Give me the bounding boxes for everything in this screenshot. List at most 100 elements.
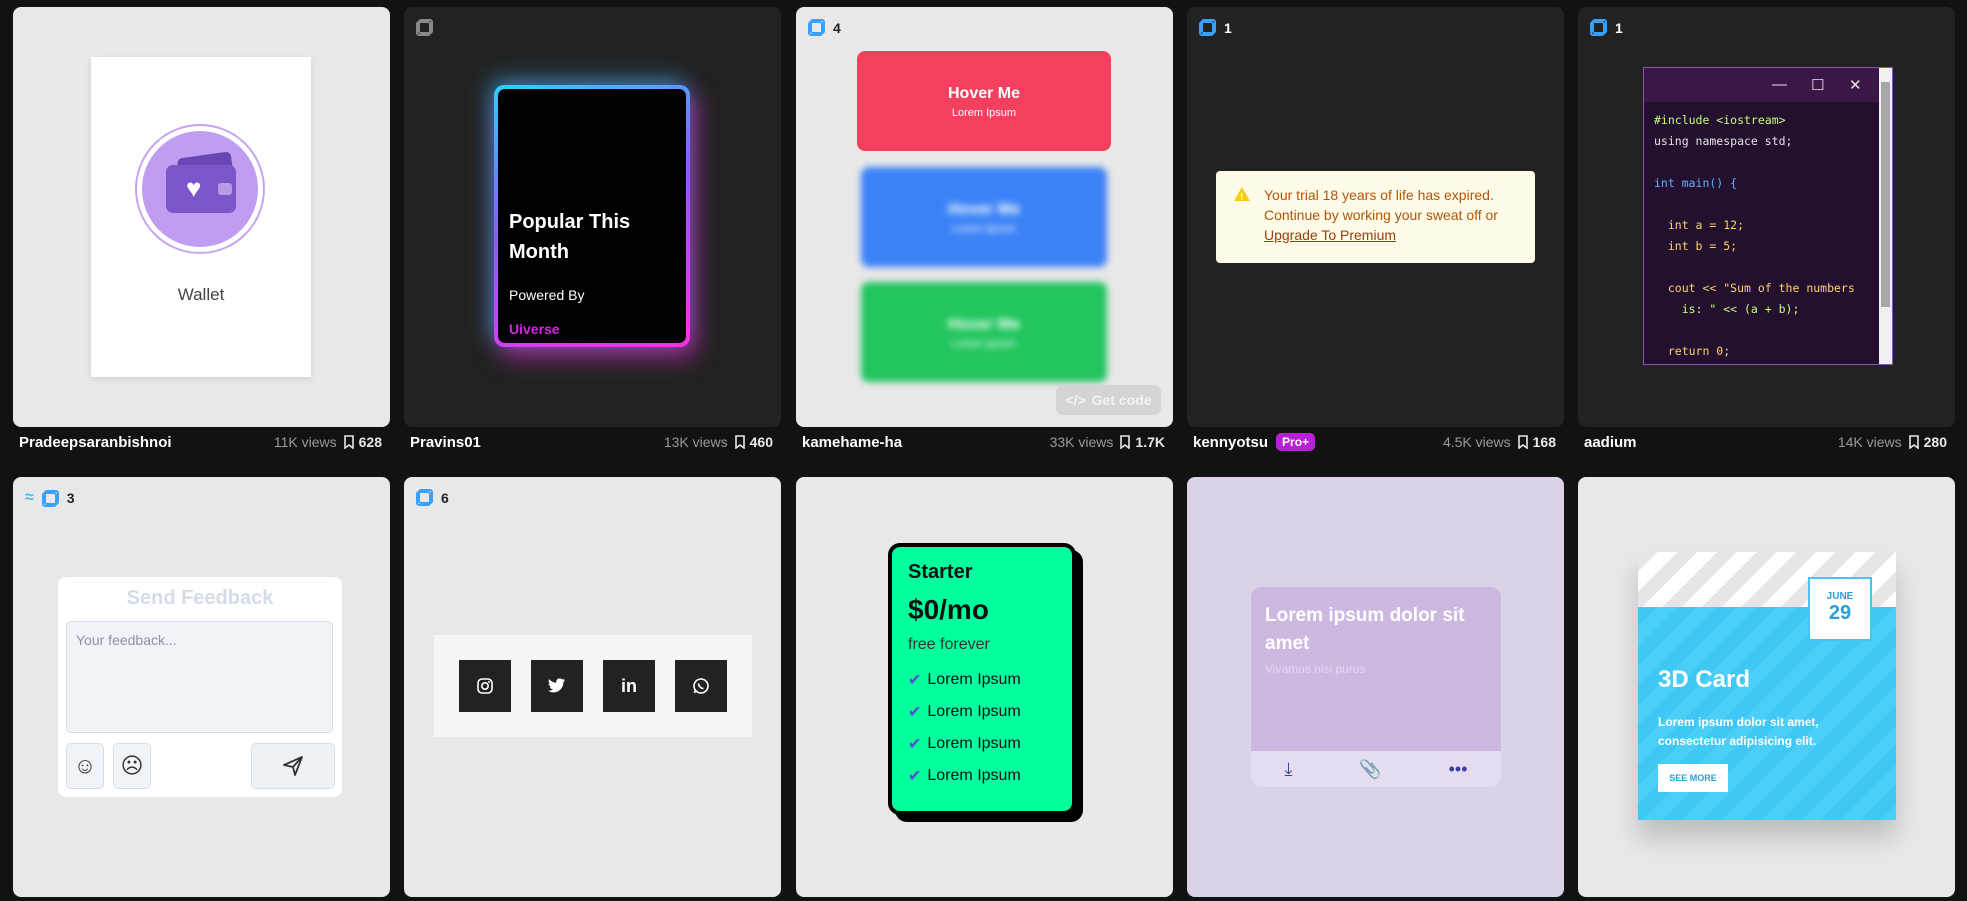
warning-icon <box>1234 187 1250 208</box>
get-code-button[interactable]: </> Get code <box>1056 385 1161 415</box>
save-button[interactable]: 1.7K <box>1119 434 1165 450</box>
close-icon[interactable]: ✕ <box>1849 76 1862 94</box>
views-count: 13K views <box>663 434 728 450</box>
author-name[interactable]: kennyotsu <box>1193 434 1268 451</box>
frown-icon[interactable]: ☹ <box>113 743 151 789</box>
minimize-icon[interactable]: — <box>1772 76 1787 93</box>
save-button[interactable]: 280 <box>1908 434 1947 450</box>
hover-button-green[interactable]: Hover Me Lorem Ipsum <box>861 282 1107 382</box>
feedback-textarea[interactable]: Your feedback... <box>66 621 333 733</box>
download-icon[interactable]: ⤓ <box>1284 759 1292 780</box>
views-count: 14K views <box>1837 434 1902 450</box>
card-meta: aadium 14K views 280 <box>1578 429 1955 455</box>
more-icon[interactable]: ••• <box>1449 759 1468 780</box>
component-card-popular[interactable]: Popular This Month Powered By Uiverse <box>404 7 781 427</box>
component-card-social-icons[interactable]: 6 in <box>404 477 781 897</box>
views-count: 33K views <box>1049 434 1114 450</box>
hover-button-red[interactable]: Hover Me Lorem Ipsum <box>857 51 1111 151</box>
component-card-hover-buttons[interactable]: 4 Hover Me Lorem Ipsum Hover Me Lorem Ip… <box>796 7 1173 427</box>
feature-list: ✔ Lorem Ipsum ✔ Lorem Ipsum ✔ Lorem Ipsum ✔… <box>908 664 1056 792</box>
send-button[interactable] <box>251 743 335 789</box>
variant-count: 1 <box>1615 19 1623 36</box>
bookmark-icon <box>1120 435 1131 449</box>
code-icon: </> <box>1065 392 1086 408</box>
three-d-card-title: 3D Card <box>1658 666 1751 693</box>
glow-card-subtitle: Powered By <box>509 287 585 303</box>
author-name[interactable]: Pradeepsaranbishnoi <box>19 434 172 451</box>
variant-count: 3 <box>66 490 75 506</box>
code-window: — ☐ ✕ #include <iostream> using namespac… <box>1643 67 1893 365</box>
bookmark-icon <box>343 435 354 449</box>
variant-count: 6 <box>441 489 449 506</box>
window-titlebar: — ☐ ✕ <box>1644 68 1892 102</box>
check-icon: ✔ <box>908 768 922 785</box>
component-card-3d[interactable]: JUNE 29 3D Card Lorem ipsum dolor sit am… <box>1578 477 1955 897</box>
lorem-card-subtitle: Vivamus nisi purus <box>1265 662 1366 676</box>
lorem-card: Lorem ipsum dolor sit amet Vivamus nisi … <box>1251 587 1501 787</box>
hover-button-blue[interactable]: Hover Me Lorem Ipsum <box>861 167 1107 267</box>
upgrade-link[interactable]: Upgrade To Premium <box>1264 227 1396 243</box>
tailwind-icon: ≈ <box>25 489 34 506</box>
twitter-icon[interactable] <box>531 660 583 712</box>
date-badge: JUNE 29 <box>1808 577 1872 641</box>
list-item: ✔ Lorem Ipsum <box>908 767 1021 785</box>
component-card-lorem[interactable]: Lorem ipsum dolor sit amet Vivamus nisi … <box>1187 477 1564 897</box>
feedback-form: Send Feedback Your feedback... ☺ ☹ <box>58 577 342 797</box>
feedback-title: Send Feedback <box>126 587 274 609</box>
variant-count: 1 <box>1224 19 1232 36</box>
maximize-icon[interactable]: ☐ <box>1811 76 1824 94</box>
send-icon <box>283 756 303 776</box>
author-name[interactable]: Pravins01 <box>410 434 481 451</box>
check-icon: ✔ <box>908 704 922 721</box>
alert-text: Your trial 18 years of life has expired.… <box>1264 187 1498 223</box>
copy-icon[interactable] <box>416 489 433 506</box>
variant-count: 4 <box>833 19 841 36</box>
three-d-card: JUNE 29 3D Card Lorem ipsum dolor sit am… <box>1638 552 1896 820</box>
instagram-icon[interactable] <box>459 660 511 712</box>
component-card-pricing[interactable]: Starter $0/mo free forever ✔ Lorem Ipsum … <box>796 477 1173 897</box>
save-button[interactable]: 628 <box>343 434 382 450</box>
wallet-label: Wallet <box>177 285 225 304</box>
glow-card-title: Popular This Month <box>509 211 631 263</box>
card-meta: kamehame-ha 33K views 1.7K <box>796 429 1173 455</box>
glow-card-brand: Uiverse <box>509 321 560 337</box>
lorem-card-title: Lorem ipsum dolor sit amet <box>1265 605 1465 654</box>
copy-icon[interactable] <box>41 489 59 507</box>
heart-icon: ♥ <box>186 173 202 203</box>
card-meta: Pravins01 13K views 460 <box>404 429 781 455</box>
social-bar: in <box>434 635 752 737</box>
three-d-card-desc: Lorem ipsum dolor sit amet, consectetur … <box>1658 715 1819 748</box>
whatsapp-icon[interactable] <box>675 660 727 712</box>
save-button[interactable]: 460 <box>734 434 773 450</box>
card-meta: Pradeepsaranbishnoi 11K views 628 <box>13 429 390 455</box>
linkedin-icon[interactable]: in <box>603 660 655 712</box>
list-item: ✔ Lorem Ipsum <box>908 703 1021 721</box>
component-card-trial-alert[interactable]: 1 Your trial 18 years of life has expire… <box>1187 7 1564 427</box>
component-card-code-window[interactable]: 1 — ☐ ✕ #include <iostream> using namesp… <box>1578 7 1955 427</box>
views-count: 11K views <box>273 434 337 450</box>
copy-icon[interactable] <box>1590 19 1607 36</box>
plan-price: $0/mo <box>908 594 989 625</box>
copy-icon[interactable] <box>416 19 433 36</box>
check-icon: ✔ <box>908 736 922 753</box>
component-card-wallet[interactable]: ♥ Wallet <box>13 7 390 427</box>
smile-icon[interactable]: ☺ <box>66 743 104 789</box>
see-more-button[interactable]: SEE MORE <box>1658 764 1728 792</box>
lorem-card-actions: ⤓ 📎 ••• <box>1251 751 1501 787</box>
pro-badge: Pro+ <box>1276 433 1316 451</box>
wallet-icon: ♥ <box>142 131 258 247</box>
trial-alert: Your trial 18 years of life has expired.… <box>1216 171 1535 263</box>
scrollbar[interactable] <box>1879 68 1892 364</box>
copy-icon[interactable] <box>1199 19 1216 36</box>
views-count: 4.5K views <box>1442 434 1511 450</box>
components-grid: ♥ Wallet Pradeepsaranbishnoi 11K views 6… <box>0 0 1967 901</box>
paperclip-icon[interactable]: 📎 <box>1359 759 1381 780</box>
save-button[interactable]: 168 <box>1517 434 1556 450</box>
code-block: #include <iostream> using namespace std;… <box>1654 113 1855 358</box>
component-card-feedback[interactable]: ≈ 3 Send Feedback Your feedback... ☺ ☹ <box>13 477 390 897</box>
author-name[interactable]: kamehame-ha <box>802 434 902 451</box>
wallet-preview: ♥ Wallet <box>91 57 311 377</box>
list-item: ✔ Lorem Ipsum <box>908 671 1021 689</box>
copy-icon[interactable] <box>808 19 825 36</box>
author-name[interactable]: aadium <box>1584 434 1637 451</box>
